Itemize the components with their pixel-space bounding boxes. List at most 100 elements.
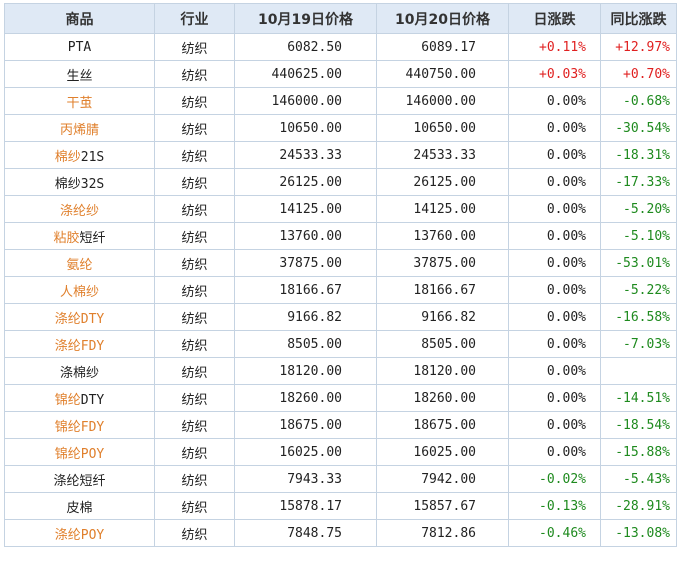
commodity-cell: 干茧 [4, 87, 155, 115]
price-oct20-cell: 18120.00 [376, 357, 509, 385]
commodity-name: 21S [80, 149, 105, 165]
commodity-link[interactable]: 涤纶POY [55, 528, 104, 543]
daily-change-cell: +0.11% [508, 33, 601, 61]
price-oct20-cell: 440750.00 [376, 60, 509, 88]
header-yoy-change: 同比涨跌 [600, 3, 677, 34]
table-row: 锦纶POY 纺织 16025.00 16025.00 0.00% -15.88% [4, 438, 677, 466]
commodity-cell: 丙烯腈 [4, 114, 155, 142]
yoy-change-cell: +12.97% [600, 33, 677, 61]
yoy-change-cell: -17.33% [600, 168, 677, 196]
price-table: 商品 行业 10月19日价格 10月20日价格 日涨跌 同比涨跌 PTA 纺织 60… [4, 3, 677, 547]
price-oct19-cell: 26125.00 [234, 168, 377, 196]
commodity-cell: PTA [4, 33, 155, 61]
industry-cell: 纺织 [154, 492, 235, 520]
price-oct19-cell: 18260.00 [234, 384, 377, 412]
daily-change-cell: 0.00% [508, 141, 601, 169]
price-oct20-cell: 10650.00 [376, 114, 509, 142]
price-oct19-cell: 440625.00 [234, 60, 377, 88]
commodity-cell: 锦纶FDY [4, 411, 155, 439]
industry-cell: 纺织 [154, 87, 235, 115]
industry-cell: 纺织 [154, 438, 235, 466]
price-oct19-cell: 24533.33 [234, 141, 377, 169]
industry-cell: 纺织 [154, 249, 235, 277]
yoy-change-cell: -7.03% [600, 330, 677, 358]
price-oct19-cell: 6082.50 [234, 33, 377, 61]
industry-cell: 纺织 [154, 519, 235, 547]
price-oct20-cell: 37875.00 [376, 249, 509, 277]
daily-change-cell: 0.00% [508, 114, 601, 142]
commodity-cell: 生丝 [4, 60, 155, 88]
header-price-oct20: 10月20日价格 [376, 3, 509, 34]
industry-cell: 纺织 [154, 114, 235, 142]
yoy-change-cell: -0.68% [600, 87, 677, 115]
price-oct19-cell: 146000.00 [234, 87, 377, 115]
price-oct20-cell: 18166.67 [376, 276, 509, 304]
commodity-link[interactable]: 锦纶FDY [55, 420, 104, 435]
price-oct20-cell: 146000.00 [376, 87, 509, 115]
price-oct19-cell: 10650.00 [234, 114, 377, 142]
commodity-link[interactable]: 粘胶 [53, 231, 79, 246]
daily-change-cell: -0.02% [508, 465, 601, 493]
commodity-cell: 棉纱32S [4, 168, 155, 196]
commodity-link[interactable]: 氨纶 [66, 258, 92, 273]
commodity-link[interactable]: 涤纶FDY [55, 339, 104, 354]
daily-change-cell: 0.00% [508, 330, 601, 358]
commodity-link[interactable]: 干茧 [66, 96, 92, 111]
industry-cell: 纺织 [154, 141, 235, 169]
industry-cell: 纺织 [154, 411, 235, 439]
header-price-oct19: 10月19日价格 [234, 3, 377, 34]
price-oct20-cell: 24533.33 [376, 141, 509, 169]
industry-cell: 纺织 [154, 60, 235, 88]
industry-cell: 纺织 [154, 357, 235, 385]
commodity-link[interactable]: 涤纶DTY [55, 312, 104, 327]
yoy-change-cell: -53.01% [600, 249, 677, 277]
price-oct19-cell: 7848.75 [234, 519, 377, 547]
price-oct20-cell: 14125.00 [376, 195, 509, 223]
daily-change-cell: 0.00% [508, 411, 601, 439]
industry-cell: 纺织 [154, 465, 235, 493]
header-commodity: 商品 [4, 3, 155, 34]
commodity-cell: 涤纶DTY [4, 303, 155, 331]
table-body: PTA 纺织 6082.50 6089.17 +0.11% +12.97% 生丝 纺织 4406… [4, 33, 677, 547]
commodity-cell: 皮棉 [4, 492, 155, 520]
price-oct19-cell: 16025.00 [234, 438, 377, 466]
price-oct20-cell: 6089.17 [376, 33, 509, 61]
commodity-name: 短纤 [79, 230, 106, 246]
commodity-link[interactable]: 涤纶纱 [60, 204, 99, 219]
price-oct19-cell: 13760.00 [234, 222, 377, 250]
commodity-link[interactable]: 人棉纱 [60, 285, 99, 300]
commodity-cell: 棉纱21S [4, 141, 155, 169]
commodity-cell: 氨纶 [4, 249, 155, 277]
yoy-change-cell: -5.43% [600, 465, 677, 493]
yoy-change-cell: -14.51% [600, 384, 677, 412]
price-oct19-cell: 18675.00 [234, 411, 377, 439]
industry-cell: 纺织 [154, 168, 235, 196]
commodity-link[interactable]: 锦纶 [55, 393, 81, 408]
price-oct19-cell: 9166.82 [234, 303, 377, 331]
price-oct19-cell: 18120.00 [234, 357, 377, 385]
table-row: 涤纶DTY 纺织 9166.82 9166.82 0.00% -16.58% [4, 303, 677, 331]
commodity-link[interactable]: 锦纶POY [55, 447, 104, 462]
table-row: 氨纶 纺织 37875.00 37875.00 0.00% -53.01% [4, 249, 677, 277]
daily-change-cell: 0.00% [508, 222, 601, 250]
header-daily-change: 日涨跌 [508, 3, 601, 34]
table-row: 丙烯腈 纺织 10650.00 10650.00 0.00% -30.54% [4, 114, 677, 142]
yoy-change-cell: -15.88% [600, 438, 677, 466]
table-row: 涤纶纱 纺织 14125.00 14125.00 0.00% -5.20% [4, 195, 677, 223]
yoy-change-cell: -5.20% [600, 195, 677, 223]
daily-change-cell: 0.00% [508, 168, 601, 196]
price-oct20-cell: 18675.00 [376, 411, 509, 439]
daily-change-cell: 0.00% [508, 438, 601, 466]
table-row: 涤纶短纤 纺织 7943.33 7942.00 -0.02% -5.43% [4, 465, 677, 493]
price-oct20-cell: 9166.82 [376, 303, 509, 331]
daily-change-cell: 0.00% [508, 87, 601, 115]
commodity-link[interactable]: 棉纱 [55, 150, 81, 165]
price-oct19-cell: 18166.67 [234, 276, 377, 304]
daily-change-cell: -0.46% [508, 519, 601, 547]
commodity-name: 生丝 [66, 68, 93, 84]
commodity-link[interactable]: 丙烯腈 [60, 123, 99, 138]
industry-cell: 纺织 [154, 33, 235, 61]
price-oct19-cell: 7943.33 [234, 465, 377, 493]
commodity-name: PTA [67, 39, 92, 55]
commodity-cell: 涤纶纱 [4, 195, 155, 223]
